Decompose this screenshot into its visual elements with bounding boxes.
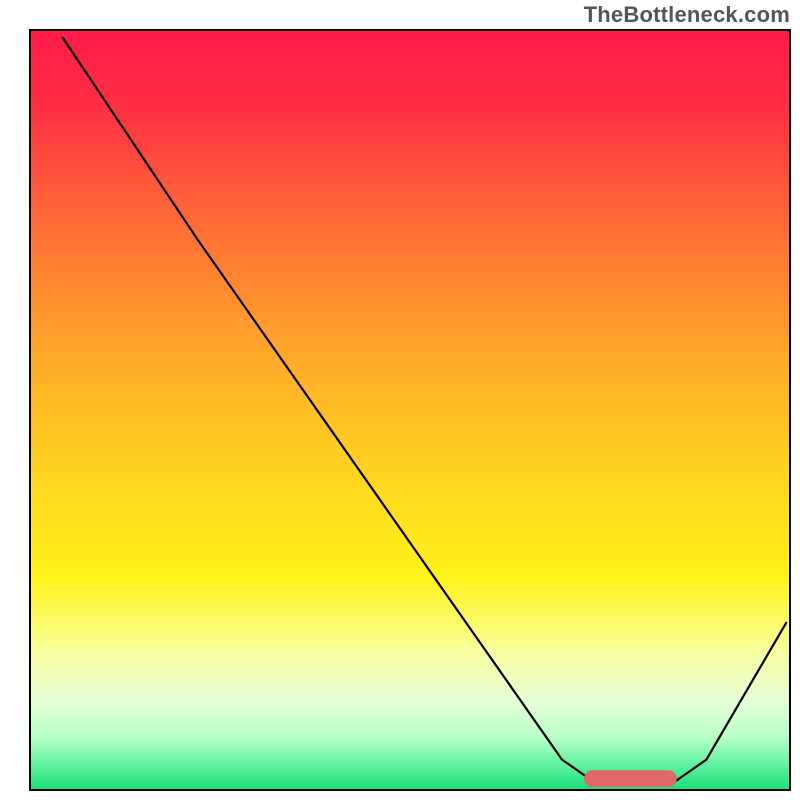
bottleneck-chart: TheBottleneck.com [0, 0, 800, 800]
chart-svg [0, 0, 800, 800]
watermark-text: TheBottleneck.com [584, 2, 790, 28]
plot-background [30, 30, 790, 790]
